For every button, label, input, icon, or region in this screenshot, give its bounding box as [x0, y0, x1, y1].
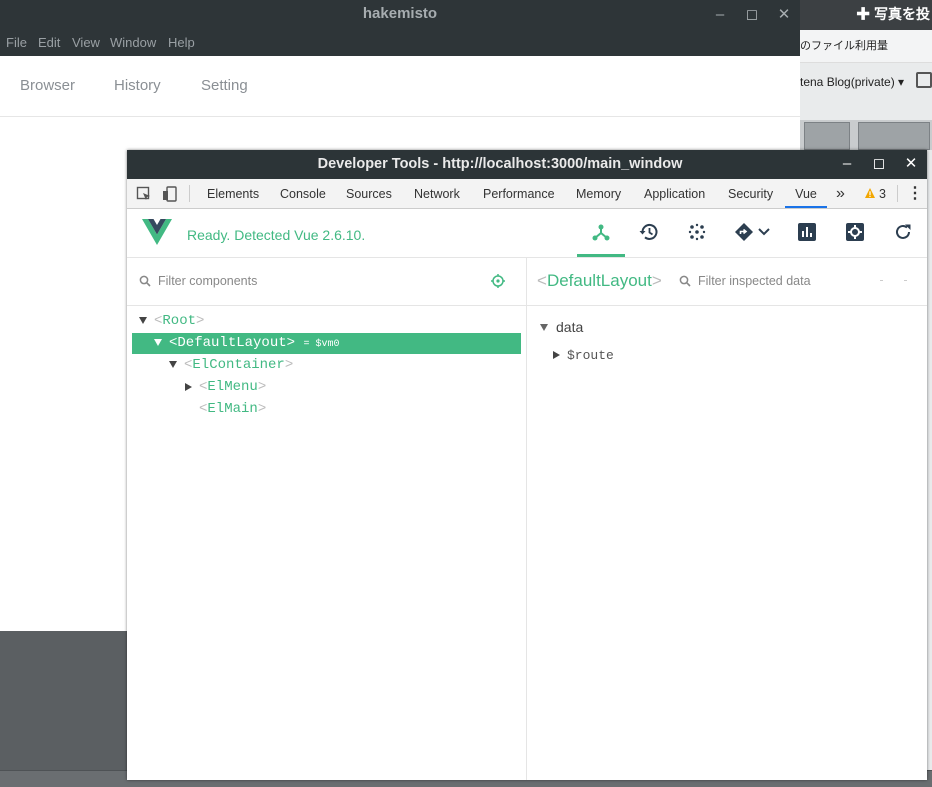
- menu-window[interactable]: Window: [110, 30, 156, 56]
- component-name: Root: [162, 313, 197, 329]
- data-section-label: data: [556, 319, 584, 335]
- component-name: ElMenu: [207, 379, 258, 395]
- storage-usage-text: のファイル利用量: [800, 30, 932, 63]
- devtools-titlebar: Developer Tools - http://localhost:3000/…: [127, 150, 927, 179]
- tree-node-elmain[interactable]: <ElMain>: [132, 399, 521, 420]
- component-name: DefaultLayout: [177, 335, 287, 351]
- tab-application[interactable]: Application: [644, 179, 705, 208]
- tree-node-elmenu[interactable]: <ElMenu>: [132, 377, 521, 398]
- search-icon: [679, 275, 691, 287]
- thumbnail[interactable]: [858, 122, 930, 150]
- tree-node-elcontainer[interactable]: <ElContainer>: [132, 355, 521, 376]
- maximize-icon[interactable]: ◻: [870, 155, 888, 173]
- device-toolbar-icon[interactable]: [162, 186, 178, 202]
- thumbnail[interactable]: [804, 122, 850, 150]
- tab-vue[interactable]: Vue: [785, 179, 827, 208]
- minimize-icon[interactable]: –: [711, 6, 729, 24]
- expand-arrow-icon[interactable]: [139, 317, 147, 324]
- menu-view[interactable]: View: [72, 30, 100, 56]
- warnings-count[interactable]: 3: [879, 179, 886, 208]
- app-titlebar: hakemisto – ◻ ✕: [0, 0, 800, 30]
- vm-reference: = $vm0: [303, 339, 340, 350]
- close-icon[interactable]: ✕: [775, 6, 793, 24]
- collapse-arrow-icon[interactable]: [553, 351, 560, 359]
- post-photo-button[interactable]: ✚ 写真を投: [800, 0, 932, 30]
- collapse-arrow-icon[interactable]: [185, 383, 192, 391]
- inspected-component-title: <DefaultLayout>: [537, 271, 662, 290]
- data-item-route[interactable]: $route: [553, 346, 913, 366]
- tree-node-defaultlayout[interactable]: <DefaultLayout> = $vm0: [132, 333, 521, 354]
- performance-icon[interactable]: [796, 221, 818, 243]
- tab-performance[interactable]: Performance: [483, 179, 555, 208]
- component-name: ElContainer: [192, 357, 285, 373]
- close-icon[interactable]: ✕: [902, 155, 920, 173]
- data-section-header[interactable]: data: [540, 317, 920, 337]
- inspector-header: <DefaultLayout> Filter inspected data: [527, 257, 927, 306]
- expand-arrow-icon[interactable]: [154, 339, 162, 346]
- devtools-title: Developer Tools - http://localhost:3000/…: [317, 156, 683, 172]
- select-component-target-icon[interactable]: [490, 273, 506, 289]
- pane-menu-dot: [880, 280, 883, 281]
- devtools-window: Developer Tools - http://localhost:3000/…: [127, 150, 927, 780]
- tab-elements[interactable]: Elements: [207, 179, 259, 208]
- vue-status: Ready. Detected Vue 2.6.10.: [187, 227, 366, 243]
- menu-edit[interactable]: Edit: [38, 30, 60, 56]
- tab-divider: [189, 185, 190, 202]
- tab-console[interactable]: Console: [280, 179, 326, 208]
- pane-menu-dot: [904, 280, 907, 281]
- history-icon[interactable]: [638, 221, 660, 243]
- app-nav: Browser History Setting: [0, 56, 800, 117]
- chevron-down-icon[interactable]: [757, 221, 771, 243]
- tree-node-root[interactable]: <Root>: [132, 311, 521, 332]
- nav-setting[interactable]: Setting: [201, 56, 248, 116]
- inspected-component-name: DefaultLayout: [546, 271, 652, 290]
- settings-icon[interactable]: [844, 221, 866, 243]
- blog-select[interactable]: tena Blog(private) ▾: [800, 64, 932, 100]
- filter-components-input[interactable]: Filter components: [158, 257, 257, 305]
- filter-components-bar: Filter components: [127, 257, 526, 306]
- expand-arrow-icon[interactable]: [540, 324, 548, 331]
- expand-arrow-icon[interactable]: [169, 361, 177, 368]
- tab-network[interactable]: Network: [414, 179, 460, 208]
- inspect-element-icon[interactable]: [136, 186, 152, 202]
- components-pane: Filter components <Root> <DefaultLayout>…: [127, 257, 527, 780]
- kebab-menu-icon[interactable]: ⋮: [907, 179, 923, 208]
- nav-history[interactable]: History: [114, 56, 161, 116]
- app-title: hakemisto: [362, 5, 438, 22]
- filter-data-input[interactable]: Filter inspected data: [698, 257, 811, 305]
- menu-file[interactable]: File: [6, 30, 27, 56]
- external-link-icon[interactable]: [916, 72, 932, 88]
- vuex-icon[interactable]: [686, 221, 708, 243]
- tab-memory[interactable]: Memory: [576, 179, 621, 208]
- app-menubar: File Edit View Window Help: [0, 30, 800, 56]
- inspector-pane: <DefaultLayout> Filter inspected data da…: [527, 257, 927, 780]
- warning-icon[interactable]: [864, 187, 876, 199]
- maximize-icon[interactable]: ◻: [743, 6, 761, 24]
- nav-browser[interactable]: Browser: [20, 56, 75, 116]
- menu-help[interactable]: Help: [168, 30, 195, 56]
- refresh-icon[interactable]: [892, 221, 914, 243]
- component-name: ElMain: [207, 401, 258, 417]
- vue-logo-icon: [142, 219, 172, 245]
- search-icon: [139, 275, 151, 287]
- tab-divider: [897, 185, 898, 202]
- minimize-icon[interactable]: –: [838, 155, 856, 173]
- tab-sources[interactable]: Sources: [346, 179, 392, 208]
- vue-toolbar: Ready. Detected Vue 2.6.10.: [127, 209, 927, 258]
- data-item-key: $route: [567, 348, 614, 363]
- tab-security[interactable]: Security: [728, 179, 773, 208]
- components-icon[interactable]: [590, 221, 612, 243]
- devtools-tabbar: Elements Console Sources Network Perform…: [127, 179, 927, 209]
- routing-icon[interactable]: [733, 221, 755, 243]
- more-tabs-icon[interactable]: »: [836, 179, 845, 208]
